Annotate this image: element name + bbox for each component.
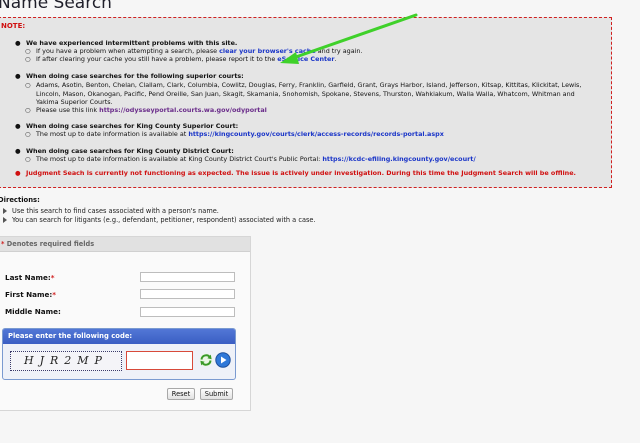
bullet-icon: ● (15, 147, 21, 155)
submit-button[interactable]: Submit (200, 388, 233, 400)
middle-name-input[interactable] (140, 307, 235, 317)
judgment-alert-text: Judgment Seach is currently not function… (26, 169, 576, 177)
last-name-input[interactable] (140, 272, 235, 282)
bullet-icon: ● (15, 72, 21, 80)
circle-bullet-icon: ○ (25, 155, 31, 163)
circle-bullet-icon: ○ (25, 106, 31, 114)
odyssey-portal-link[interactable]: https://odysseyportal.courts.wa.gov/odyp… (99, 106, 267, 114)
first-name-label: First Name:* (5, 290, 57, 299)
triangle-bullet-icon (3, 208, 7, 214)
circle-bullet-icon: ○ (25, 55, 31, 63)
note-label: NOTE: (1, 22, 26, 30)
captcha-image: HJR2MP (10, 351, 122, 371)
captcha-title: Please enter the following code: (8, 332, 133, 340)
triangle-bullet-icon (3, 217, 7, 223)
last-name-label: Last Name:* (5, 273, 55, 282)
captcha-input[interactable] (126, 351, 193, 370)
note-item-heading: When doing case searches for the followi… (26, 72, 244, 80)
name-search-form: * Denotes required fields Last Name:* Fi… (0, 236, 251, 411)
king-county-superior-link[interactable]: https://kingcounty.gov/courts/clerk/acce… (188, 130, 444, 138)
bullet-icon: ● (15, 122, 21, 130)
page-title: Name Search (0, 0, 112, 13)
captcha-panel: Please enter the following code: HJR2MP (2, 328, 236, 380)
note-box: NOTE: ● We have experienced intermittent… (0, 17, 612, 188)
directions-title: Directions: (0, 196, 40, 204)
form-panel-header: * Denotes required fields (0, 237, 250, 252)
bullet-icon: ● (15, 169, 21, 177)
refresh-icon[interactable] (198, 352, 214, 368)
circle-bullet-icon: ○ (25, 130, 31, 138)
reset-button[interactable]: Reset (167, 388, 195, 400)
captcha-header: Please enter the following code: (3, 329, 235, 344)
first-name-input[interactable] (140, 289, 235, 299)
middle-name-label: Middle Name: (5, 307, 61, 316)
king-county-district-link[interactable]: https://kcdc-efiling.kingcounty.gov/ecou… (322, 155, 475, 163)
eservice-center-link[interactable]: eService Center (277, 55, 334, 63)
directions-item: You can search for litigants (e.g., defe… (0, 216, 316, 224)
required-fields-note: * Denotes required fields (1, 240, 95, 248)
clear-cache-link[interactable]: clear your browser's cache (219, 47, 316, 55)
superior-courts-list: Adams, Asotin, Benton, Chelan, Clallam, … (36, 81, 582, 106)
audio-play-icon[interactable] (215, 352, 231, 368)
directions-item: Use this search to find cases associated… (0, 207, 219, 215)
circle-bullet-icon: ○ (25, 81, 31, 89)
bullet-icon: ● (15, 39, 21, 47)
